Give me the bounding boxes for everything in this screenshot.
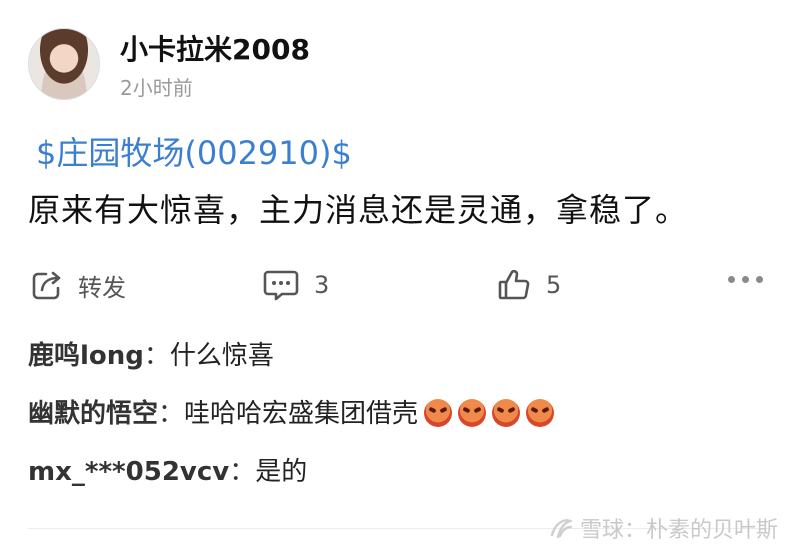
watermark-text: 雪球：朴素的贝叶斯 [579, 518, 778, 543]
comment-author[interactable]: 幽默的悟空 [28, 399, 158, 429]
dot [728, 276, 735, 283]
repost-button[interactable]: 转发 [30, 262, 126, 308]
action-bar: 转发 3 5 [0, 262, 800, 308]
xueqiu-logo-icon [550, 519, 574, 539]
comment-colon: ： [143, 341, 170, 371]
angry-face-emoji [492, 399, 521, 427]
comment-icon [263, 270, 299, 301]
avatar[interactable] [28, 28, 100, 100]
watermark: 雪球：朴素的贝叶斯 [548, 512, 778, 544]
comment-colon: ： [158, 399, 185, 429]
comment-text: 哇哈哈宏盛集团借壳 [184, 399, 419, 429]
dot [742, 276, 749, 283]
more-dots-icon[interactable] [728, 276, 763, 283]
comment-count: 3 [314, 271, 330, 299]
post-text: 原来有大惊喜，主力消息还是灵通，拿稳了。 [28, 191, 689, 229]
comment-text: 是的 [255, 457, 308, 487]
post-time: 2小时前 [120, 76, 193, 100]
repost-label: 转发 [78, 273, 126, 302]
comment-text: 什么惊喜 [169, 341, 274, 371]
comment-author[interactable]: 鹿鸣long [28, 341, 144, 371]
comment-item[interactable]: 鹿鸣long：什么惊喜 [28, 338, 274, 374]
thumbs-up-icon [498, 269, 530, 300]
angry-face-emoji [424, 399, 453, 427]
comment-button[interactable]: 3 [262, 262, 329, 308]
like-button[interactable]: 5 [496, 262, 561, 308]
comment-author[interactable]: mx_***052vcv [28, 457, 229, 487]
like-count: 5 [546, 271, 562, 299]
username[interactable]: 小卡拉米2008 [120, 28, 310, 68]
comment-item[interactable]: 幽默的悟空：哇哈哈宏盛集团借壳 [28, 396, 555, 432]
angry-face-emoji [526, 399, 555, 427]
comment-item[interactable]: mx_***052vcv：是的 [28, 454, 307, 490]
repost-icon [32, 271, 61, 300]
angry-face-emoji [458, 399, 487, 427]
dot [756, 276, 763, 283]
comment-colon: ： [229, 457, 256, 487]
stock-tag-link[interactable]: $庄园牧场(002910)$ [36, 128, 352, 174]
